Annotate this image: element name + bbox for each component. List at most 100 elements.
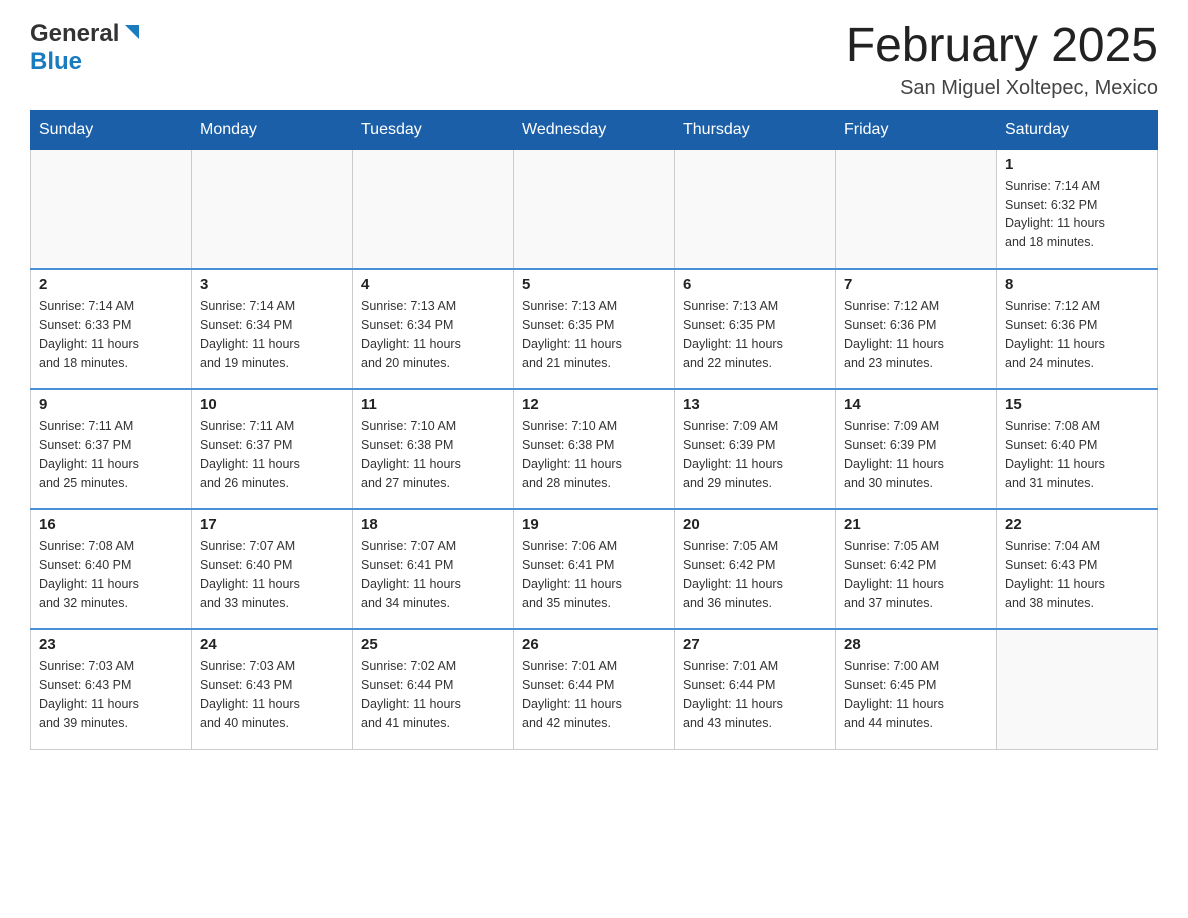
calendar-cell: 17 Sunrise: 7:07 AMSunset: 6:40 PMDayligh… — [192, 509, 353, 629]
day-info: Sunrise: 7:14 AMSunset: 6:34 PMDaylight:… — [200, 297, 344, 372]
calendar-cell: 12 Sunrise: 7:10 AMSunset: 6:38 PMDayligh… — [514, 389, 675, 509]
page-header: General Blue February 2025 San Miguel Xo… — [30, 20, 1158, 100]
day-number: 19 — [522, 516, 666, 533]
day-number: 5 — [522, 276, 666, 293]
day-info: Sunrise: 7:08 AMSunset: 6:40 PMDaylight:… — [1005, 417, 1149, 492]
day-number: 14 — [844, 396, 988, 413]
calendar-cell: 27Sunrise: 7:01 AMSunset: 6:44 PMDayligh… — [675, 629, 836, 749]
day-info: Sunrise: 7:05 AMSunset: 6:42 PMDaylight:… — [683, 537, 827, 612]
day-info: Sunrise: 7:05 AMSunset: 6:42 PMDaylight:… — [844, 537, 988, 612]
logo-blue-text: Blue — [30, 48, 82, 76]
day-number: 11 — [361, 396, 505, 413]
title-area: February 2025 San Miguel Xoltepec, Mexic… — [846, 20, 1158, 100]
day-number: 6 — [683, 276, 827, 293]
day-info: Sunrise: 7:08 AMSunset: 6:40 PMDaylight:… — [39, 537, 183, 612]
weekday-header-tuesday: Tuesday — [353, 110, 514, 149]
calendar-cell: 5 Sunrise: 7:13 AMSunset: 6:35 PMDaylight… — [514, 269, 675, 389]
calendar-table: SundayMondayTuesdayWednesdayThursdayFrid… — [30, 110, 1158, 750]
day-info: Sunrise: 7:01 AMSunset: 6:44 PMDaylight:… — [522, 657, 666, 732]
day-number: 17 — [200, 516, 344, 533]
day-info: Sunrise: 7:07 AMSunset: 6:40 PMDaylight:… — [200, 537, 344, 612]
calendar-cell: 11 Sunrise: 7:10 AMSunset: 6:38 PMDayligh… — [353, 389, 514, 509]
week-row-5: 23 Sunrise: 7:03 AMSunset: 6:43 PMDayligh… — [31, 629, 1158, 749]
calendar-cell: 8 Sunrise: 7:12 AMSunset: 6:36 PMDaylight… — [997, 269, 1158, 389]
weekday-header-sunday: Sunday — [31, 110, 192, 149]
calendar-cell: 25 Sunrise: 7:02 AMSunset: 6:44 PMDayligh… — [353, 629, 514, 749]
day-number: 21 — [844, 516, 988, 533]
location-title: San Miguel Xoltepec, Mexico — [846, 77, 1158, 100]
day-info: Sunrise: 7:12 AMSunset: 6:36 PMDaylight:… — [1005, 297, 1149, 372]
day-info: Sunrise: 7:10 AMSunset: 6:38 PMDaylight:… — [361, 417, 505, 492]
weekday-header-row: SundayMondayTuesdayWednesdayThursdayFrid… — [31, 110, 1158, 149]
calendar-cell: 19 Sunrise: 7:06 AMSunset: 6:41 PMDayligh… — [514, 509, 675, 629]
day-info: Sunrise: 7:07 AMSunset: 6:41 PMDaylight:… — [361, 537, 505, 612]
calendar-cell — [31, 149, 192, 269]
day-info: Sunrise: 7:13 AMSunset: 6:34 PMDaylight:… — [361, 297, 505, 372]
day-info: Sunrise: 7:13 AMSunset: 6:35 PMDaylight:… — [683, 297, 827, 372]
calendar-cell: 9 Sunrise: 7:11 AMSunset: 6:37 PMDaylight… — [31, 389, 192, 509]
week-row-4: 16 Sunrise: 7:08 AMSunset: 6:40 PMDayligh… — [31, 509, 1158, 629]
day-info: Sunrise: 7:11 AMSunset: 6:37 PMDaylight:… — [200, 417, 344, 492]
logo-triangle-icon — [121, 21, 143, 48]
calendar-cell — [836, 149, 997, 269]
weekday-header-wednesday: Wednesday — [514, 110, 675, 149]
week-row-1: 1 Sunrise: 7:14 AMSunset: 6:32 PMDaylight… — [31, 149, 1158, 269]
calendar-cell: 24 Sunrise: 7:03 AMSunset: 6:43 PMDayligh… — [192, 629, 353, 749]
day-number: 4 — [361, 276, 505, 293]
day-number: 9 — [39, 396, 183, 413]
calendar-cell: 18 Sunrise: 7:07 AMSunset: 6:41 PMDayligh… — [353, 509, 514, 629]
day-number: 12 — [522, 396, 666, 413]
day-number: 25 — [361, 636, 505, 653]
day-info: Sunrise: 7:02 AMSunset: 6:44 PMDaylight:… — [361, 657, 505, 732]
calendar-cell — [997, 629, 1158, 749]
day-info: Sunrise: 7:00 AMSunset: 6:45 PMDaylight:… — [844, 657, 988, 732]
day-number: 2 — [39, 276, 183, 293]
day-info: Sunrise: 7:09 AMSunset: 6:39 PMDaylight:… — [844, 417, 988, 492]
day-info: Sunrise: 7:03 AMSunset: 6:43 PMDaylight:… — [39, 657, 183, 732]
month-title: February 2025 — [846, 20, 1158, 73]
calendar-cell: 6 Sunrise: 7:13 AMSunset: 6:35 PMDaylight… — [675, 269, 836, 389]
day-info: Sunrise: 7:14 AMSunset: 6:33 PMDaylight:… — [39, 297, 183, 372]
calendar-cell — [353, 149, 514, 269]
day-info: Sunrise: 7:01 AMSunset: 6:44 PMDaylight:… — [683, 657, 827, 732]
day-number: 3 — [200, 276, 344, 293]
day-number: 20 — [683, 516, 827, 533]
day-number: 24 — [200, 636, 344, 653]
calendar-cell: 14 Sunrise: 7:09 AMSunset: 6:39 PMDayligh… — [836, 389, 997, 509]
calendar-cell: 15Sunrise: 7:08 AMSunset: 6:40 PMDayligh… — [997, 389, 1158, 509]
day-number: 28 — [844, 636, 988, 653]
week-row-2: 2 Sunrise: 7:14 AMSunset: 6:33 PMDaylight… — [31, 269, 1158, 389]
day-number: 7 — [844, 276, 988, 293]
weekday-header-saturday: Saturday — [997, 110, 1158, 149]
day-number: 16 — [39, 516, 183, 533]
day-number: 23 — [39, 636, 183, 653]
day-info: Sunrise: 7:03 AMSunset: 6:43 PMDaylight:… — [200, 657, 344, 732]
calendar-cell: 3 Sunrise: 7:14 AMSunset: 6:34 PMDaylight… — [192, 269, 353, 389]
day-info: Sunrise: 7:09 AMSunset: 6:39 PMDaylight:… — [683, 417, 827, 492]
day-info: Sunrise: 7:10 AMSunset: 6:38 PMDaylight:… — [522, 417, 666, 492]
calendar-cell: 16 Sunrise: 7:08 AMSunset: 6:40 PMDayligh… — [31, 509, 192, 629]
calendar-cell: 26Sunrise: 7:01 AMSunset: 6:44 PMDayligh… — [514, 629, 675, 749]
calendar-cell: 7 Sunrise: 7:12 AMSunset: 6:36 PMDaylight… — [836, 269, 997, 389]
calendar-cell: 23 Sunrise: 7:03 AMSunset: 6:43 PMDayligh… — [31, 629, 192, 749]
calendar-cell: 20 Sunrise: 7:05 AMSunset: 6:42 PMDayligh… — [675, 509, 836, 629]
calendar-cell: 13 Sunrise: 7:09 AMSunset: 6:39 PMDayligh… — [675, 389, 836, 509]
calendar-cell: 1 Sunrise: 7:14 AMSunset: 6:32 PMDaylight… — [997, 149, 1158, 269]
day-info: Sunrise: 7:11 AMSunset: 6:37 PMDaylight:… — [39, 417, 183, 492]
weekday-header-thursday: Thursday — [675, 110, 836, 149]
day-info: Sunrise: 7:13 AMSunset: 6:35 PMDaylight:… — [522, 297, 666, 372]
day-number: 18 — [361, 516, 505, 533]
calendar-cell: 22Sunrise: 7:04 AMSunset: 6:43 PMDayligh… — [997, 509, 1158, 629]
day-info: Sunrise: 7:12 AMSunset: 6:36 PMDaylight:… — [844, 297, 988, 372]
day-number: 1 — [1005, 156, 1149, 173]
day-info: Sunrise: 7:14 AMSunset: 6:32 PMDaylight:… — [1005, 177, 1149, 252]
calendar-cell — [192, 149, 353, 269]
day-info: Sunrise: 7:06 AMSunset: 6:41 PMDaylight:… — [522, 537, 666, 612]
calendar-cell: 28 Sunrise: 7:00 AMSunset: 6:45 PMDayligh… — [836, 629, 997, 749]
calendar-cell: 10Sunrise: 7:11 AMSunset: 6:37 PMDayligh… — [192, 389, 353, 509]
day-number: 13 — [683, 396, 827, 413]
day-number: 8 — [1005, 276, 1149, 293]
logo-general-text: General — [30, 20, 119, 48]
day-number: 22 — [1005, 516, 1149, 533]
week-row-3: 9 Sunrise: 7:11 AMSunset: 6:37 PMDaylight… — [31, 389, 1158, 509]
